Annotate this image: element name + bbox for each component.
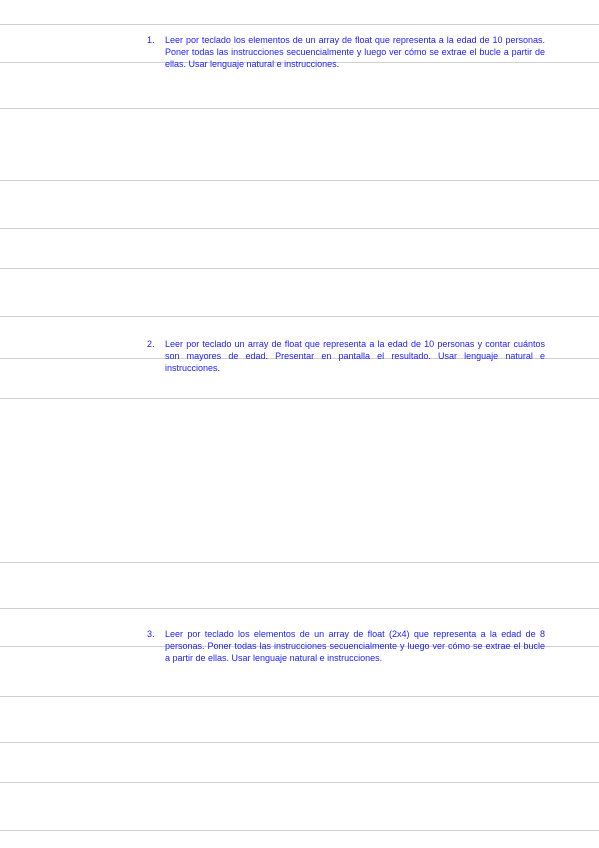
ruled-line <box>0 830 599 831</box>
ruled-line <box>0 608 599 609</box>
exercise-item: 1.Leer por teclado los elementos de un a… <box>165 34 545 70</box>
ruled-line <box>0 228 599 229</box>
ruled-line <box>0 108 599 109</box>
ruled-line <box>0 782 599 783</box>
exercise-number: 3. <box>147 628 155 640</box>
ruled-line <box>0 398 599 399</box>
ruled-line <box>0 24 599 25</box>
ruled-line <box>0 180 599 181</box>
exercise-item: 2.Leer por teclado un array de float que… <box>165 338 545 374</box>
exercise-item: 3.Leer por teclado los elementos de un a… <box>165 628 545 664</box>
exercise-number: 2. <box>147 338 155 350</box>
ruled-line <box>0 696 599 697</box>
exercise-text: Leer por teclado los elementos de un arr… <box>165 629 545 663</box>
exercise-text: Leer por teclado un array de float que r… <box>165 339 545 373</box>
exercise-number: 1. <box>147 34 155 46</box>
exercise-text: Leer por teclado los elementos de un arr… <box>165 35 545 69</box>
ruled-line <box>0 742 599 743</box>
ruled-line <box>0 316 599 317</box>
ruled-line <box>0 562 599 563</box>
ruled-line <box>0 268 599 269</box>
